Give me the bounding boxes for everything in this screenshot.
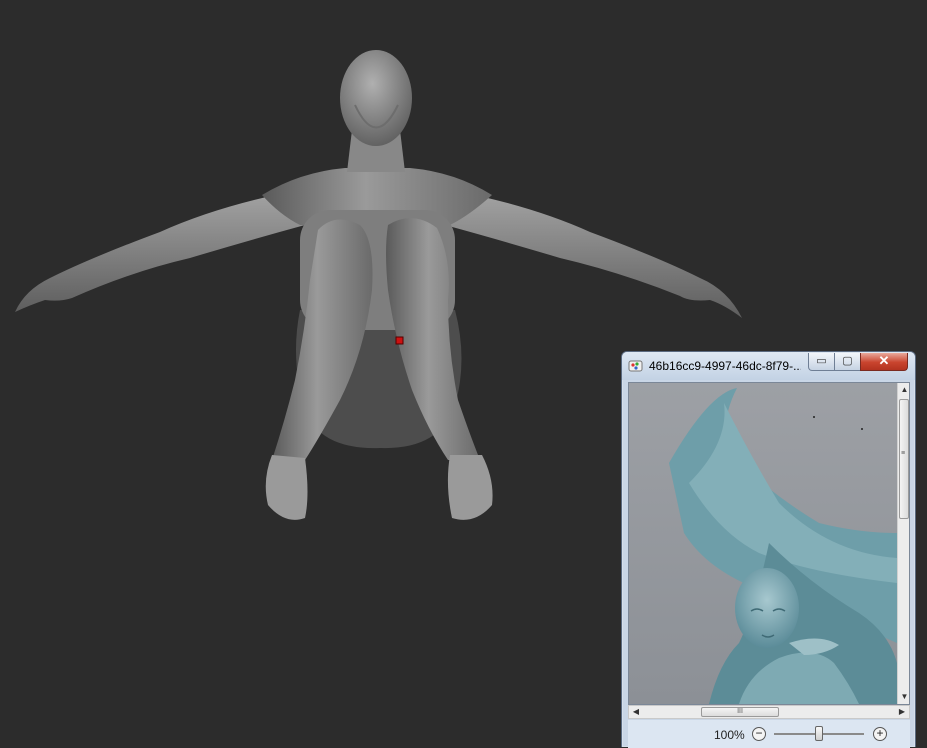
vertical-scroll-thumb[interactable]: ≡ xyxy=(899,399,909,519)
statue-photo xyxy=(629,383,897,704)
horizontal-scroll-thumb[interactable]: III xyxy=(701,707,779,717)
image-viewer-window[interactable]: 46b16cc9-4997-46dc-8f79-... ▭ ▢ ✕ ▲ ≡ ▼ … xyxy=(621,351,916,748)
scroll-right-button[interactable]: ▶ xyxy=(895,706,909,718)
scroll-grip-icon: ≡ xyxy=(901,450,906,457)
right-foot xyxy=(447,455,493,520)
scroll-down-button[interactable]: ▼ xyxy=(898,690,909,704)
transform-marker xyxy=(395,336,404,345)
zoom-in-button[interactable]: + xyxy=(873,727,887,741)
window-title: 46b16cc9-4997-46dc-8f79-... xyxy=(649,359,801,373)
scroll-up-button[interactable]: ▲ xyxy=(898,383,909,397)
zoom-level: 100% xyxy=(714,728,745,742)
horizontal-scrollbar[interactable]: ◀ III ▶ xyxy=(628,705,910,719)
minimize-button[interactable]: ▭ xyxy=(808,353,835,371)
left-arm xyxy=(15,190,305,312)
scroll-left-button[interactable]: ◀ xyxy=(629,706,643,718)
maximize-button[interactable]: ▢ xyxy=(834,353,861,371)
zoom-slider-thumb[interactable] xyxy=(815,726,823,741)
image-area[interactable]: ▲ ≡ ▼ xyxy=(628,382,910,705)
vertical-scrollbar[interactable]: ▲ ≡ ▼ xyxy=(897,383,909,704)
status-bar: 100% − + xyxy=(628,720,910,748)
title-bar[interactable]: 46b16cc9-4997-46dc-8f79-... ▭ ▢ ✕ xyxy=(622,352,915,380)
right-arm xyxy=(445,190,742,318)
head xyxy=(340,50,412,146)
zoom-out-button[interactable]: − xyxy=(752,727,766,741)
close-button[interactable]: ✕ xyxy=(860,353,908,371)
left-foot xyxy=(265,455,308,520)
app-icon xyxy=(628,360,643,372)
